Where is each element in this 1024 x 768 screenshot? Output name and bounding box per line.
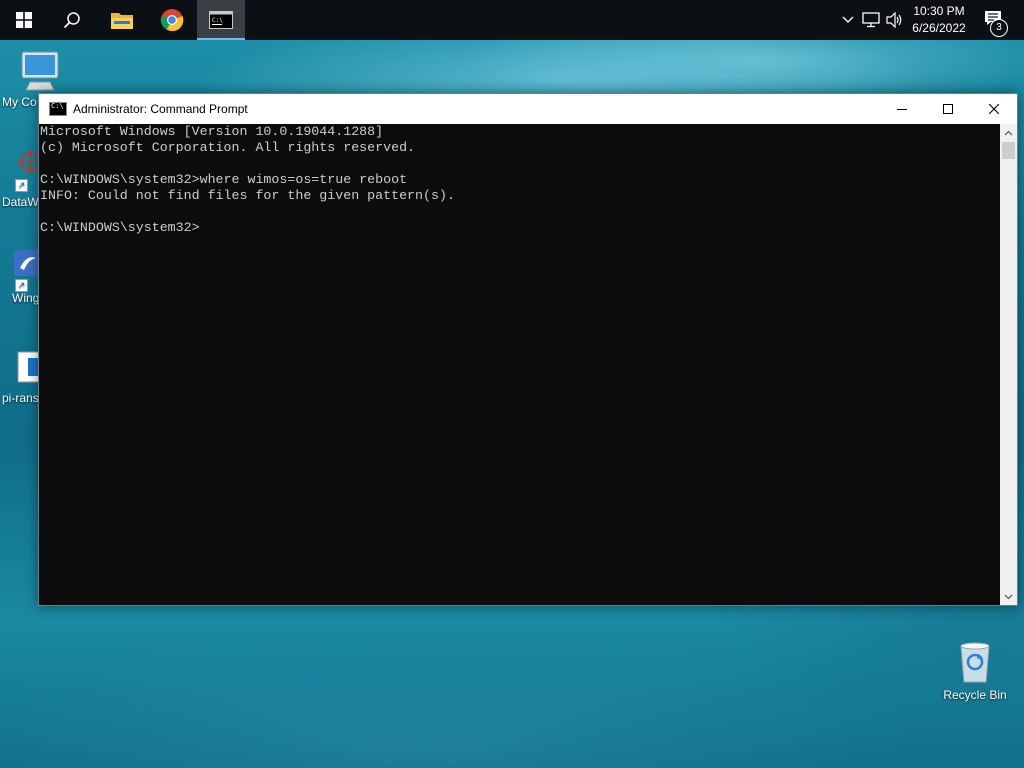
maximize-icon (943, 104, 953, 114)
desktop-icon-label: DataW (2, 195, 39, 209)
console-output[interactable]: Microsoft Windows [Version 10.0.19044.12… (39, 124, 999, 605)
shortcut-arrow-icon: ↗ (15, 179, 28, 192)
desktop-icon-recycle-bin[interactable]: Recycle Bin (938, 640, 1012, 702)
network-icon (862, 12, 880, 28)
vertical-scrollbar[interactable] (1000, 124, 1017, 605)
start-button[interactable] (0, 0, 48, 40)
desktop-icon-datawrangler[interactable]: ↗ DataW (2, 148, 42, 209)
computer-icon (21, 51, 59, 91)
minimize-button[interactable] (879, 94, 925, 124)
console-line: Microsoft Windows [Version 10.0.19044.12… (40, 124, 384, 139)
clock-date: 6/26/2022 (912, 21, 966, 35)
tray-network[interactable] (860, 0, 882, 40)
desktop-icon-label: pi-rans (2, 391, 39, 405)
clock-time: 10:30 PM (913, 4, 965, 18)
window-titlebar[interactable]: Administrator: Command Prompt (39, 94, 1017, 124)
command-prompt-icon: C:\ (209, 11, 233, 29)
chrome-icon (160, 9, 184, 32)
file-explorer-icon (111, 13, 133, 29)
svg-text:C:\: C:\ (212, 17, 223, 24)
tray-overflow-button[interactable] (838, 0, 858, 40)
console-prompt-line: C:\WINDOWS\system32> (40, 220, 200, 235)
desktop-icon-pi-rans[interactable]: pi-rans (2, 350, 45, 405)
search-button[interactable] (48, 0, 96, 40)
notification-count-badge: 3 (990, 19, 1008, 37)
scroll-down-button[interactable] (1000, 588, 1017, 605)
chevron-down-icon (1004, 594, 1013, 599)
scroll-thumb[interactable] (1002, 142, 1015, 159)
taskbar-file-explorer[interactable] (98, 0, 146, 40)
taskbar-clock[interactable]: 10:30 PM 6/26/2022 (904, 3, 974, 37)
taskbar-command-prompt[interactable]: C:\ (197, 0, 245, 40)
shortcut-arrow-icon: ↗ (15, 279, 28, 292)
console-line: INFO: Could not find files for the given… (40, 188, 455, 203)
console-line: (c) Microsoft Corporation. All rights re… (40, 140, 416, 155)
recycle-bin-icon (960, 642, 990, 683)
command-prompt-icon (49, 102, 67, 116)
minimize-icon (897, 109, 907, 110)
taskbar: C:\ 10:30 PM 6/26/2022 3 (0, 0, 1024, 40)
tray-volume[interactable] (884, 0, 906, 40)
scroll-up-button[interactable] (1000, 124, 1017, 141)
close-icon (989, 104, 999, 114)
taskbar-chrome[interactable] (148, 0, 196, 40)
volume-icon (886, 12, 902, 28)
command-prompt-window[interactable]: Administrator: Command Prompt Microsoft … (38, 93, 1018, 606)
close-button[interactable] (971, 94, 1017, 124)
chevron-up-icon (842, 16, 854, 23)
search-icon (63, 12, 80, 29)
maximize-button[interactable] (925, 94, 971, 124)
console-line: C:\WINDOWS\system32>where wimos=os=true … (40, 172, 408, 187)
chevron-up-icon (1004, 130, 1013, 135)
windows-logo-icon (16, 12, 32, 28)
desktop-icon-label: Recycle Bin (943, 688, 1007, 702)
window-title: Administrator: Command Prompt (73, 102, 248, 116)
